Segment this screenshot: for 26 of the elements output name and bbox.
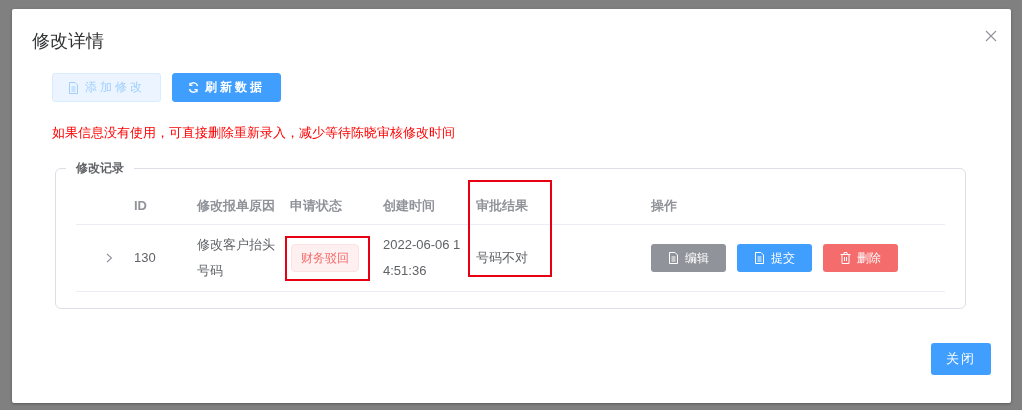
column-header: 创建时间	[383, 197, 435, 213]
document-icon	[68, 81, 79, 94]
document-icon	[754, 252, 765, 264]
close-button[interactable]: 关闭	[931, 343, 991, 375]
panel-legend: 修改记录	[66, 160, 134, 177]
delete-button[interactable]: 删除	[823, 244, 898, 272]
table-cell: 号码不对	[476, 250, 528, 265]
column-header: 申请状态	[290, 197, 342, 213]
refresh-icon	[188, 82, 199, 93]
dialog-title: 修改详情	[32, 30, 104, 53]
table-cell-text: 修改客户抬头号码	[197, 236, 276, 280]
trash-icon	[840, 252, 851, 264]
submit-button[interactable]: 提交	[737, 244, 812, 272]
table-cell: 130	[134, 250, 156, 265]
column-header: 审批结果	[476, 197, 528, 213]
column-header: ID	[134, 198, 147, 213]
status-tag: 财务驳回	[291, 243, 359, 272]
column-header: 修改报单原因	[197, 197, 275, 213]
table-cell-text: 2022-06-06 14:51:36	[383, 236, 462, 280]
document-icon	[668, 252, 679, 264]
chevron-right-icon[interactable]	[106, 253, 113, 263]
close-icon[interactable]	[985, 30, 997, 42]
notice-text: 如果信息没有使用，可直接删除重新录入，减少等待陈晓审核修改时间	[52, 124, 456, 142]
column-header: 操作	[651, 197, 677, 213]
refresh-button[interactable]: 刷新数据	[172, 73, 281, 102]
edit-button[interactable]: 编辑	[651, 244, 726, 272]
